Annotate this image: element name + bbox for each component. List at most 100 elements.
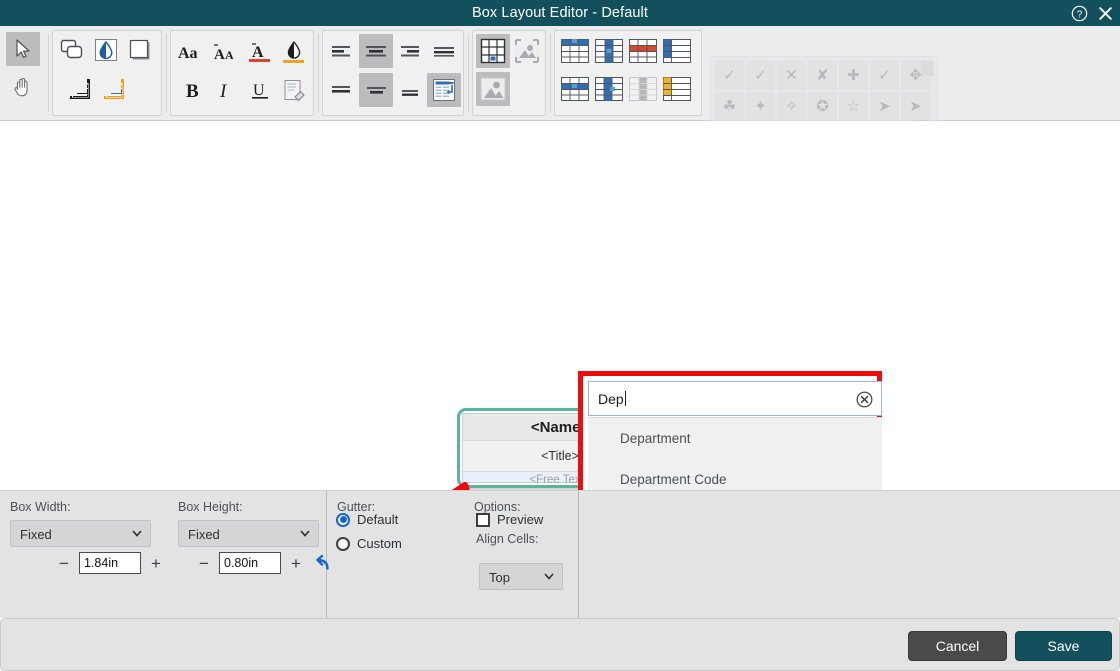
undo-arrow-icon[interactable] <box>311 554 330 572</box>
box-width-stepper[interactable]: − 1.84in + <box>56 552 164 574</box>
clear-circle-x-icon[interactable] <box>856 391 873 408</box>
list-item[interactable]: Department <box>588 418 882 459</box>
symbol-cell[interactable]: ✚ <box>839 61 868 90</box>
radio-indicator <box>336 536 350 551</box>
palette-scrollbar[interactable] <box>921 60 934 76</box>
symbol-cell[interactable]: ✪ <box>808 92 837 121</box>
font-size[interactable]: Aa <box>175 35 209 69</box>
table-gray-column[interactable] <box>626 72 660 106</box>
symbol-cell[interactable]: ➤ <box>901 92 930 121</box>
symbol-cell[interactable]: ✕ <box>777 61 806 90</box>
box-height-stepper[interactable]: − 0.80in + <box>196 552 304 574</box>
align-bottom[interactable] <box>393 73 427 107</box>
box-height-input[interactable]: 0.80in <box>219 552 281 574</box>
symbol-cell[interactable]: ➤ <box>870 92 899 121</box>
symbol-cell[interactable]: ✓ <box>870 61 899 90</box>
border-black[interactable] <box>65 73 99 107</box>
text-caret <box>624 391 626 406</box>
box-layout-editor-window: Box Layout Editor - Default ? Aa A A A B… <box>0 0 1120 671</box>
symbol-cell[interactable]: ✓ <box>715 61 744 90</box>
toolbar-separator-1 <box>48 34 49 112</box>
fill-opacity[interactable] <box>89 33 123 67</box>
gutter-option-custom-label: Custom <box>357 536 402 551</box>
gutter-option-default[interactable]: Default <box>336 512 398 527</box>
table-accent-row[interactable] <box>626 34 660 68</box>
shadow[interactable] <box>123 33 157 67</box>
box-height-mode-select[interactable]: Fixed <box>178 520 319 547</box>
align-middle[interactable] <box>359 73 393 107</box>
box-width-decrement[interactable]: − <box>56 555 72 572</box>
box-width-increment[interactable]: + <box>148 555 164 572</box>
table-header-column[interactable] <box>592 34 626 68</box>
toolbar-group-media <box>472 30 546 116</box>
table-accent-column[interactable] <box>660 34 694 68</box>
close-icon[interactable] <box>1097 5 1114 22</box>
bold[interactable]: B <box>175 73 209 107</box>
pan-tool[interactable] <box>6 70 40 104</box>
window-controls: ? <box>1071 0 1114 26</box>
symbol-cell[interactable]: ✧ <box>777 92 806 121</box>
svg-text:I: I <box>219 81 228 101</box>
help-circle-icon[interactable]: ? <box>1071 5 1088 22</box>
autocomplete-input-wrapper[interactable]: Dep <box>588 381 882 416</box>
toolbar-group-table-style <box>554 30 702 116</box>
symbol-cell[interactable]: ✘ <box>808 61 837 90</box>
save-button[interactable]: Save <box>1015 631 1112 661</box>
box-width-mode-select[interactable]: Fixed <box>10 520 151 547</box>
svg-text:B: B <box>186 81 199 101</box>
gutter-option-default-label: Default <box>357 512 399 527</box>
duplicate-shape[interactable] <box>55 33 89 67</box>
align-center[interactable] <box>359 34 393 68</box>
clear-format[interactable] <box>277 73 311 107</box>
main-toolbar: Aa A A A B I U ✓ ✓ ✕ ✘ ✚ ✓ ✥ ☘ ✦ ✧ ✪ ☆ ➤… <box>0 26 1120 142</box>
toolbar-group-align <box>322 30 464 116</box>
font-color[interactable]: A <box>243 35 277 69</box>
symbol-cell[interactable]: ☆ <box>839 92 868 121</box>
box-width-label: Box Width: <box>10 500 71 514</box>
search-input[interactable]: Dep <box>598 382 626 417</box>
radio-indicator <box>336 512 350 527</box>
svg-text:A: A <box>252 44 264 61</box>
toolbar-group-text: Aa A A A B I U <box>170 30 314 116</box>
preview-checkbox[interactable]: Preview <box>476 512 543 527</box>
insert-table[interactable] <box>476 34 510 68</box>
box-height-decrement[interactable]: − <box>196 555 212 572</box>
border-orange[interactable] <box>99 73 133 107</box>
symbol-cell[interactable]: ☘ <box>715 92 744 121</box>
symbol-cell[interactable]: ✓ <box>746 61 775 90</box>
toolbar-separator-4 <box>468 34 469 112</box>
chevron-down-icon <box>132 530 142 537</box>
symbol-cell[interactable]: ✦ <box>746 92 775 121</box>
align-left[interactable] <box>325 34 359 68</box>
panel-divider-2 <box>578 491 579 619</box>
chevron-down-icon <box>300 530 310 537</box>
align-right[interactable] <box>393 34 427 68</box>
gutter-option-custom[interactable]: Custom <box>336 536 402 551</box>
select-tool[interactable] <box>6 32 40 66</box>
image-placeholder[interactable] <box>510 34 544 68</box>
align-cells-label: Align Cells: <box>476 532 539 546</box>
align-justify[interactable] <box>427 34 461 68</box>
align-cells-select[interactable]: Top <box>479 563 563 590</box>
table-header-row[interactable] <box>558 34 592 68</box>
table-insert-column[interactable] <box>592 72 626 106</box>
box-height-mode-value: Fixed <box>188 527 220 542</box>
box-width-input[interactable]: 1.84in <box>79 552 141 574</box>
insert-image[interactable] <box>476 72 510 106</box>
underline[interactable]: U <box>243 73 277 107</box>
design-canvas[interactable]: <Name> <Title> <Free Text> <box>0 121 1120 614</box>
toolbar-group-shape <box>52 30 162 116</box>
line-spacing[interactable] <box>325 73 359 107</box>
font-shrink[interactable]: A A <box>209 35 243 69</box>
title-bar: Box Layout Editor - Default ? <box>0 0 1120 26</box>
italic[interactable]: I <box>209 73 243 107</box>
cancel-button[interactable]: Cancel <box>908 631 1007 661</box>
box-height-label: Box Height: <box>178 500 243 514</box>
text-wrap[interactable] <box>427 73 461 107</box>
table-yellow-column[interactable] <box>660 72 694 106</box>
highlight-color[interactable] <box>277 35 311 69</box>
box-height-increment[interactable]: + <box>288 555 304 572</box>
toolbar-separator-2 <box>166 34 167 112</box>
table-insert-row[interactable] <box>558 72 592 106</box>
toolbar-separator-5 <box>550 34 551 112</box>
